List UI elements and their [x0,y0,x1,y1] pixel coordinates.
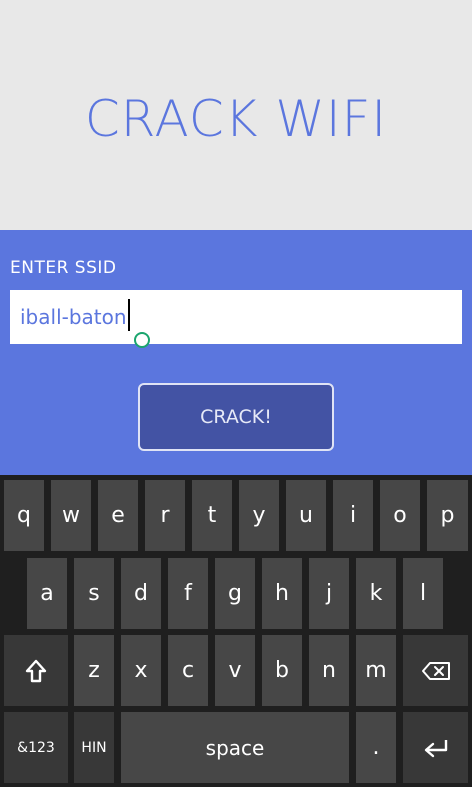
key-m[interactable]: m [356,635,396,706]
key-n[interactable]: n [309,635,349,706]
key-e[interactable]: e [98,480,138,551]
key-x[interactable]: x [121,635,161,706]
key-p[interactable]: p [427,480,468,551]
key-i[interactable]: i [333,480,373,551]
ssid-form: ENTER SSID iball-baton CRACK! [0,230,472,475]
on-screen-keyboard: q w e r t y u i o p a s d f g h j k l z … [0,475,472,787]
key-f[interactable]: f [168,558,208,629]
key-d[interactable]: d [121,558,161,629]
key-o[interactable]: o [380,480,420,551]
key-h[interactable]: h [262,558,302,629]
space-key[interactable]: space [121,712,349,783]
crack-button[interactable]: CRACK! [138,383,334,451]
key-a[interactable]: a [27,558,67,629]
ssid-input-text: iball-baton [20,299,130,333]
key-y[interactable]: y [239,480,279,551]
shift-key[interactable] [4,635,68,706]
backspace-key[interactable] [403,635,468,706]
backspace-icon [421,661,451,681]
app-header: CRACK WIFI [0,0,472,230]
key-s[interactable]: s [74,558,114,629]
ssid-input[interactable]: iball-baton [10,290,462,348]
key-v[interactable]: v [215,635,255,706]
caret-handle-icon[interactable] [134,332,150,348]
key-j[interactable]: j [309,558,349,629]
key-k[interactable]: k [356,558,396,629]
key-w[interactable]: w [51,480,91,551]
language-key[interactable]: HIN [74,712,114,783]
ssid-value: iball-baton [20,305,127,329]
key-q[interactable]: q [4,480,44,551]
key-u[interactable]: u [286,480,326,551]
key-r[interactable]: r [145,480,185,551]
key-c[interactable]: c [168,635,208,706]
period-key[interactable]: . [356,712,396,783]
ssid-label: ENTER SSID [10,258,117,278]
key-b[interactable]: b [262,635,302,706]
enter-key[interactable] [403,712,468,783]
text-caret [127,299,130,331]
symbols-key[interactable]: &123 [4,712,68,783]
key-l[interactable]: l [403,558,443,629]
key-z[interactable]: z [74,635,114,706]
enter-icon [423,738,449,758]
shift-icon [25,659,47,683]
app-title: CRACK WIFI [84,90,388,148]
key-t[interactable]: t [192,480,232,551]
key-g[interactable]: g [215,558,255,629]
